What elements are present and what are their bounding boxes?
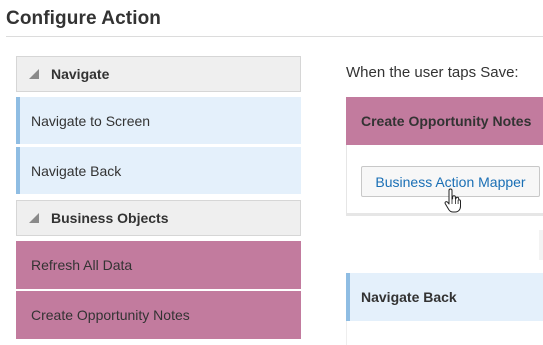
flow-step-title: Navigate Back bbox=[361, 289, 457, 305]
palette-item-navigate-to-screen[interactable]: Navigate to Screen bbox=[16, 97, 301, 144]
palette-item-label: Refresh All Data bbox=[31, 257, 133, 273]
group-header-label: Business Objects bbox=[51, 210, 169, 226]
flow-step-navigate-back[interactable]: Navigate Back bbox=[346, 273, 543, 321]
title-divider bbox=[6, 36, 543, 37]
group-header-business-objects[interactable]: Business Objects bbox=[16, 200, 301, 236]
flow-step-title: Create Opportunity Notes bbox=[361, 113, 532, 129]
palette-item-navigate-back[interactable]: Navigate Back bbox=[16, 147, 301, 194]
page-title: Configure Action bbox=[6, 8, 161, 29]
group-header-label: Navigate bbox=[51, 66, 110, 82]
flow-step-create-opportunity-notes[interactable]: Create Opportunity Notes bbox=[346, 97, 543, 145]
trigger-label: When the user taps Save: bbox=[346, 64, 519, 81]
group-header-navigate[interactable]: Navigate bbox=[16, 56, 301, 92]
palette-item-refresh-all-data[interactable]: Refresh All Data bbox=[16, 241, 301, 289]
flow-step-body bbox=[346, 321, 543, 345]
collapse-triangle-icon[interactable] bbox=[29, 69, 39, 79]
flow-connector bbox=[539, 230, 543, 260]
collapse-triangle-icon[interactable] bbox=[29, 213, 39, 223]
palette-item-create-opportunity-notes[interactable]: Create Opportunity Notes bbox=[16, 291, 301, 339]
palette-item-label: Navigate Back bbox=[31, 162, 122, 179]
palette-item-label: Create Opportunity Notes bbox=[31, 307, 190, 323]
hand-pointer-cursor-icon bbox=[444, 188, 461, 213]
palette-item-label: Navigate to Screen bbox=[31, 112, 151, 129]
